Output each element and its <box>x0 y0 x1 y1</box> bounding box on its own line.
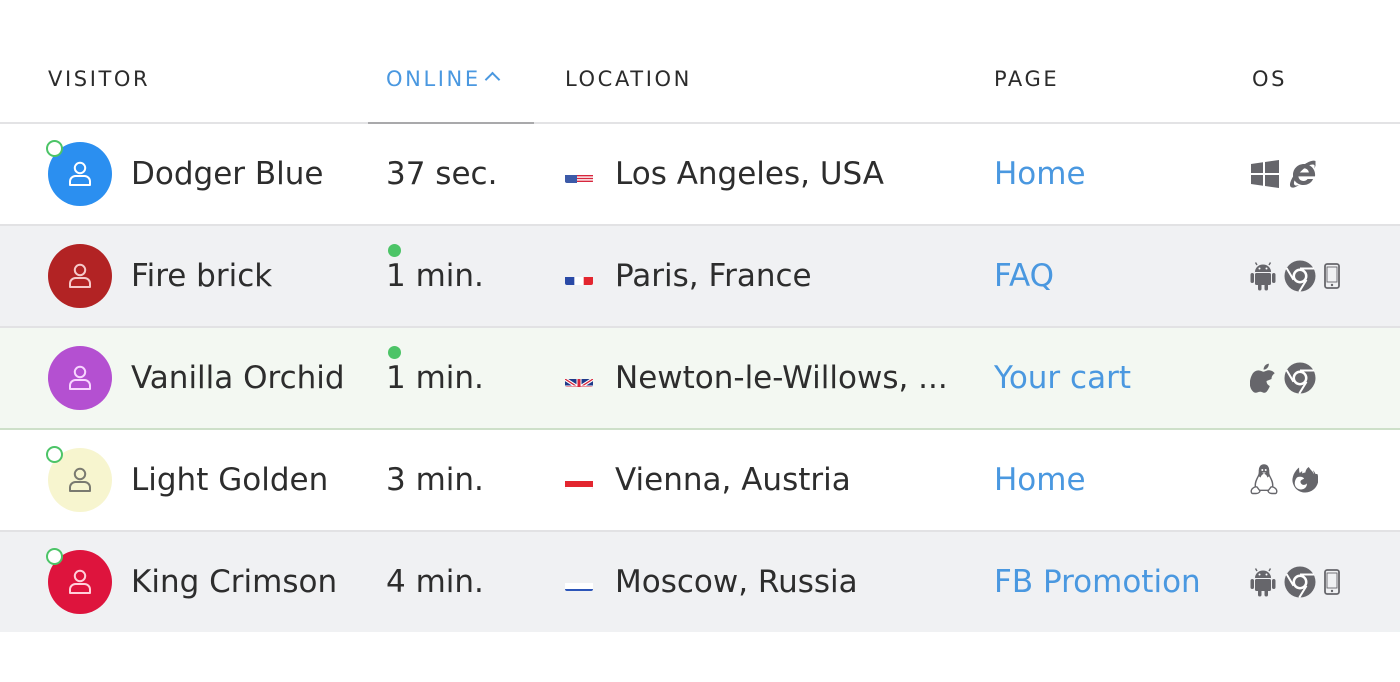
us-flag-icon <box>565 165 593 183</box>
page-link[interactable]: Home <box>994 124 1086 224</box>
visitors-table: VISITOR ONLINE LOCATION PAGE OS Dodger B… <box>0 0 1400 632</box>
mobile-phone-icon <box>1324 569 1340 595</box>
online-duration: 4 min. <box>386 564 484 600</box>
avatar[interactable] <box>48 244 112 308</box>
page-link[interactable]: Your cart <box>994 328 1131 428</box>
location: Newton-le-Willows, ... <box>565 328 948 428</box>
visitor-name[interactable]: Light Golden <box>131 430 328 530</box>
column-header-os[interactable]: OS <box>1252 66 1287 92</box>
table-header: VISITOR ONLINE LOCATION PAGE OS <box>0 0 1400 124</box>
user-icon <box>65 159 95 189</box>
user-icon <box>65 465 95 495</box>
online-duration: 3 min. <box>386 462 484 498</box>
table-row[interactable]: Fire brick 1 min. Paris, France FAQ <box>0 226 1400 328</box>
status-indicator-away <box>46 140 63 157</box>
user-icon <box>65 261 95 291</box>
os-browser-icons <box>1250 226 1340 326</box>
fr-flag-icon <box>565 267 593 285</box>
location: Los Angeles, USA <box>565 124 884 224</box>
online-duration: 1 min. <box>386 258 484 294</box>
page-link[interactable]: Home <box>994 430 1086 530</box>
ru-flag-icon <box>565 573 593 591</box>
user-icon <box>65 363 95 393</box>
table-row[interactable]: Dodger Blue 37 sec. Los Angeles, USA Home <box>0 124 1400 226</box>
table-row[interactable]: King Crimson 4 min. Moscow, Russia FB Promo… <box>0 532 1400 632</box>
android-icon <box>1250 261 1276 291</box>
table-body: Dodger Blue 37 sec. Los Angeles, USA Home Fi… <box>0 124 1400 632</box>
os-browser-icons <box>1250 328 1316 428</box>
mobile-phone-icon <box>1324 263 1340 289</box>
firefox-icon <box>1286 464 1318 496</box>
location: Moscow, Russia <box>565 532 858 632</box>
column-header-online[interactable]: ONLINE <box>386 66 500 92</box>
location-text: Moscow, Russia <box>615 564 858 600</box>
page-link[interactable]: FB Promotion <box>994 532 1201 632</box>
visitor-name[interactable]: Vanilla Orchid <box>131 328 345 428</box>
column-header-visitor[interactable]: VISITOR <box>48 66 150 92</box>
os-browser-icons <box>1250 430 1318 530</box>
android-icon <box>1250 567 1276 597</box>
chrome-icon <box>1284 260 1316 292</box>
column-header-online-label: ONLINE <box>386 67 481 91</box>
user-icon <box>65 567 95 597</box>
chrome-icon <box>1284 362 1316 394</box>
location-text: Vienna, Austria <box>615 462 851 498</box>
location-text: Los Angeles, USA <box>615 156 884 192</box>
windows-icon <box>1250 160 1280 188</box>
gb-flag-icon <box>565 369 593 387</box>
column-header-page[interactable]: PAGE <box>994 66 1059 92</box>
page-link[interactable]: FAQ <box>994 226 1054 326</box>
location: Paris, France <box>565 226 812 326</box>
visitor-name[interactable]: King Crimson <box>131 532 337 632</box>
table-row[interactable]: Light Golden 3 min. Vienna, Austria Home <box>0 430 1400 532</box>
visitor-name[interactable]: Fire brick <box>131 226 272 326</box>
online-duration: 1 min. <box>386 360 484 396</box>
avatar[interactable] <box>48 346 112 410</box>
chrome-icon <box>1284 566 1316 598</box>
online-duration: 37 sec. <box>386 156 498 192</box>
at-flag-icon <box>565 471 593 489</box>
os-browser-icons <box>1250 532 1340 632</box>
location-text: Paris, France <box>615 258 812 294</box>
status-indicator-away <box>46 446 63 463</box>
status-indicator-away <box>46 548 63 565</box>
location: Vienna, Austria <box>565 430 851 530</box>
column-header-location[interactable]: LOCATION <box>565 66 692 92</box>
location-text: Newton-le-Willows, ... <box>615 360 948 396</box>
apple-icon <box>1250 363 1276 393</box>
internet-explorer-icon <box>1288 159 1320 189</box>
table-row[interactable]: Vanilla Orchid 1 min. Newton-le-Willows, .… <box>0 328 1400 430</box>
linux-icon <box>1250 464 1278 496</box>
visitor-name[interactable]: Dodger Blue <box>131 124 323 224</box>
os-browser-icons <box>1250 124 1320 224</box>
sort-ascending-icon <box>484 71 500 88</box>
